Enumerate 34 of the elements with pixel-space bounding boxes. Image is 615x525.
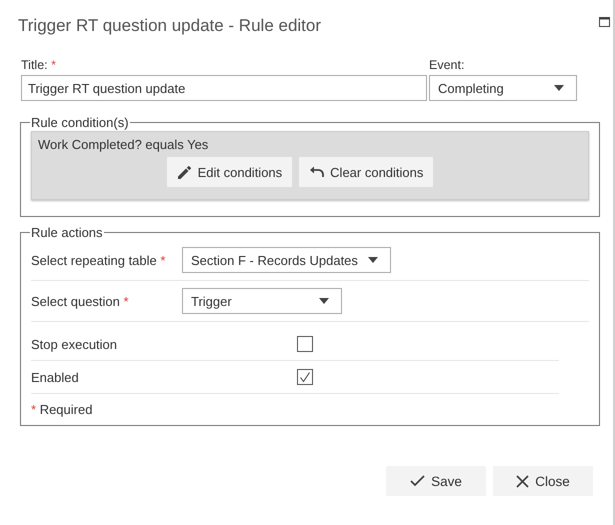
checkmark-icon bbox=[299, 371, 311, 383]
required-note: Required bbox=[40, 402, 92, 417]
caret-icon bbox=[368, 257, 378, 263]
dropdown[interactable]: Trigger bbox=[182, 288, 342, 314]
dropdown[interactable]: Section F - Records Updates bbox=[182, 247, 391, 273]
required-mark: * bbox=[31, 402, 36, 417]
field-label: Select question bbox=[31, 294, 120, 308]
caret-icon bbox=[554, 85, 564, 91]
required-mark: * bbox=[124, 294, 129, 308]
edit-conditions-button[interactable]: Edit conditions bbox=[166, 157, 292, 187]
window-title: Trigger RT question update - Rule editor bbox=[18, 16, 322, 36]
title-label: Title: bbox=[21, 58, 48, 72]
save-button[interactable]: Save bbox=[386, 466, 486, 496]
checkbox-label: Enabled bbox=[31, 370, 80, 384]
title-field[interactable]: Trigger RT question update bbox=[21, 75, 427, 101]
checkmark-icon bbox=[410, 475, 426, 487]
event-dropdown[interactable]: Completing bbox=[429, 75, 577, 101]
required-mark: * bbox=[160, 252, 166, 268]
pencil-icon bbox=[176, 164, 192, 180]
clear-conditions-button[interactable]: Clear conditions bbox=[299, 157, 434, 187]
maximize-icon[interactable] bbox=[599, 17, 610, 27]
checkbox-label: Stop execution bbox=[31, 336, 118, 352]
close-button[interactable]: Close bbox=[493, 466, 593, 496]
checkbox[interactable] bbox=[297, 369, 313, 385]
section-legend: Rule actions bbox=[30, 225, 104, 240]
checkbox[interactable] bbox=[297, 336, 313, 352]
undo-icon bbox=[309, 166, 324, 178]
required-mark: * bbox=[51, 58, 56, 72]
caret-icon bbox=[319, 298, 329, 304]
field-label: Select repeating table bbox=[31, 252, 157, 268]
condition-summary: Work Completed? equals Yes bbox=[38, 137, 210, 152]
close-icon bbox=[516, 474, 530, 488]
event-label: Event: bbox=[429, 58, 466, 72]
section-legend: Rule condition(s) bbox=[30, 115, 130, 130]
